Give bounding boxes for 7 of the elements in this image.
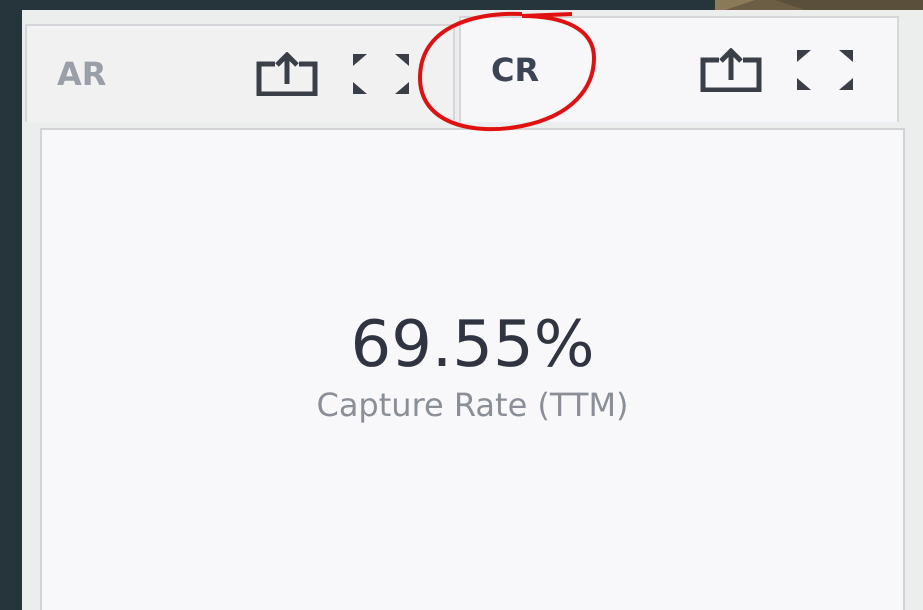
metric-caption: Capture Rate (TTM): [316, 386, 629, 424]
share-icon[interactable]: [699, 48, 763, 92]
metric-value: 69.55%: [350, 310, 595, 380]
tab-label: AR: [57, 55, 108, 93]
tab-label: CR: [491, 51, 540, 89]
share-icon[interactable]: [255, 52, 319, 96]
tab[interactable]: CR: [459, 16, 899, 122]
